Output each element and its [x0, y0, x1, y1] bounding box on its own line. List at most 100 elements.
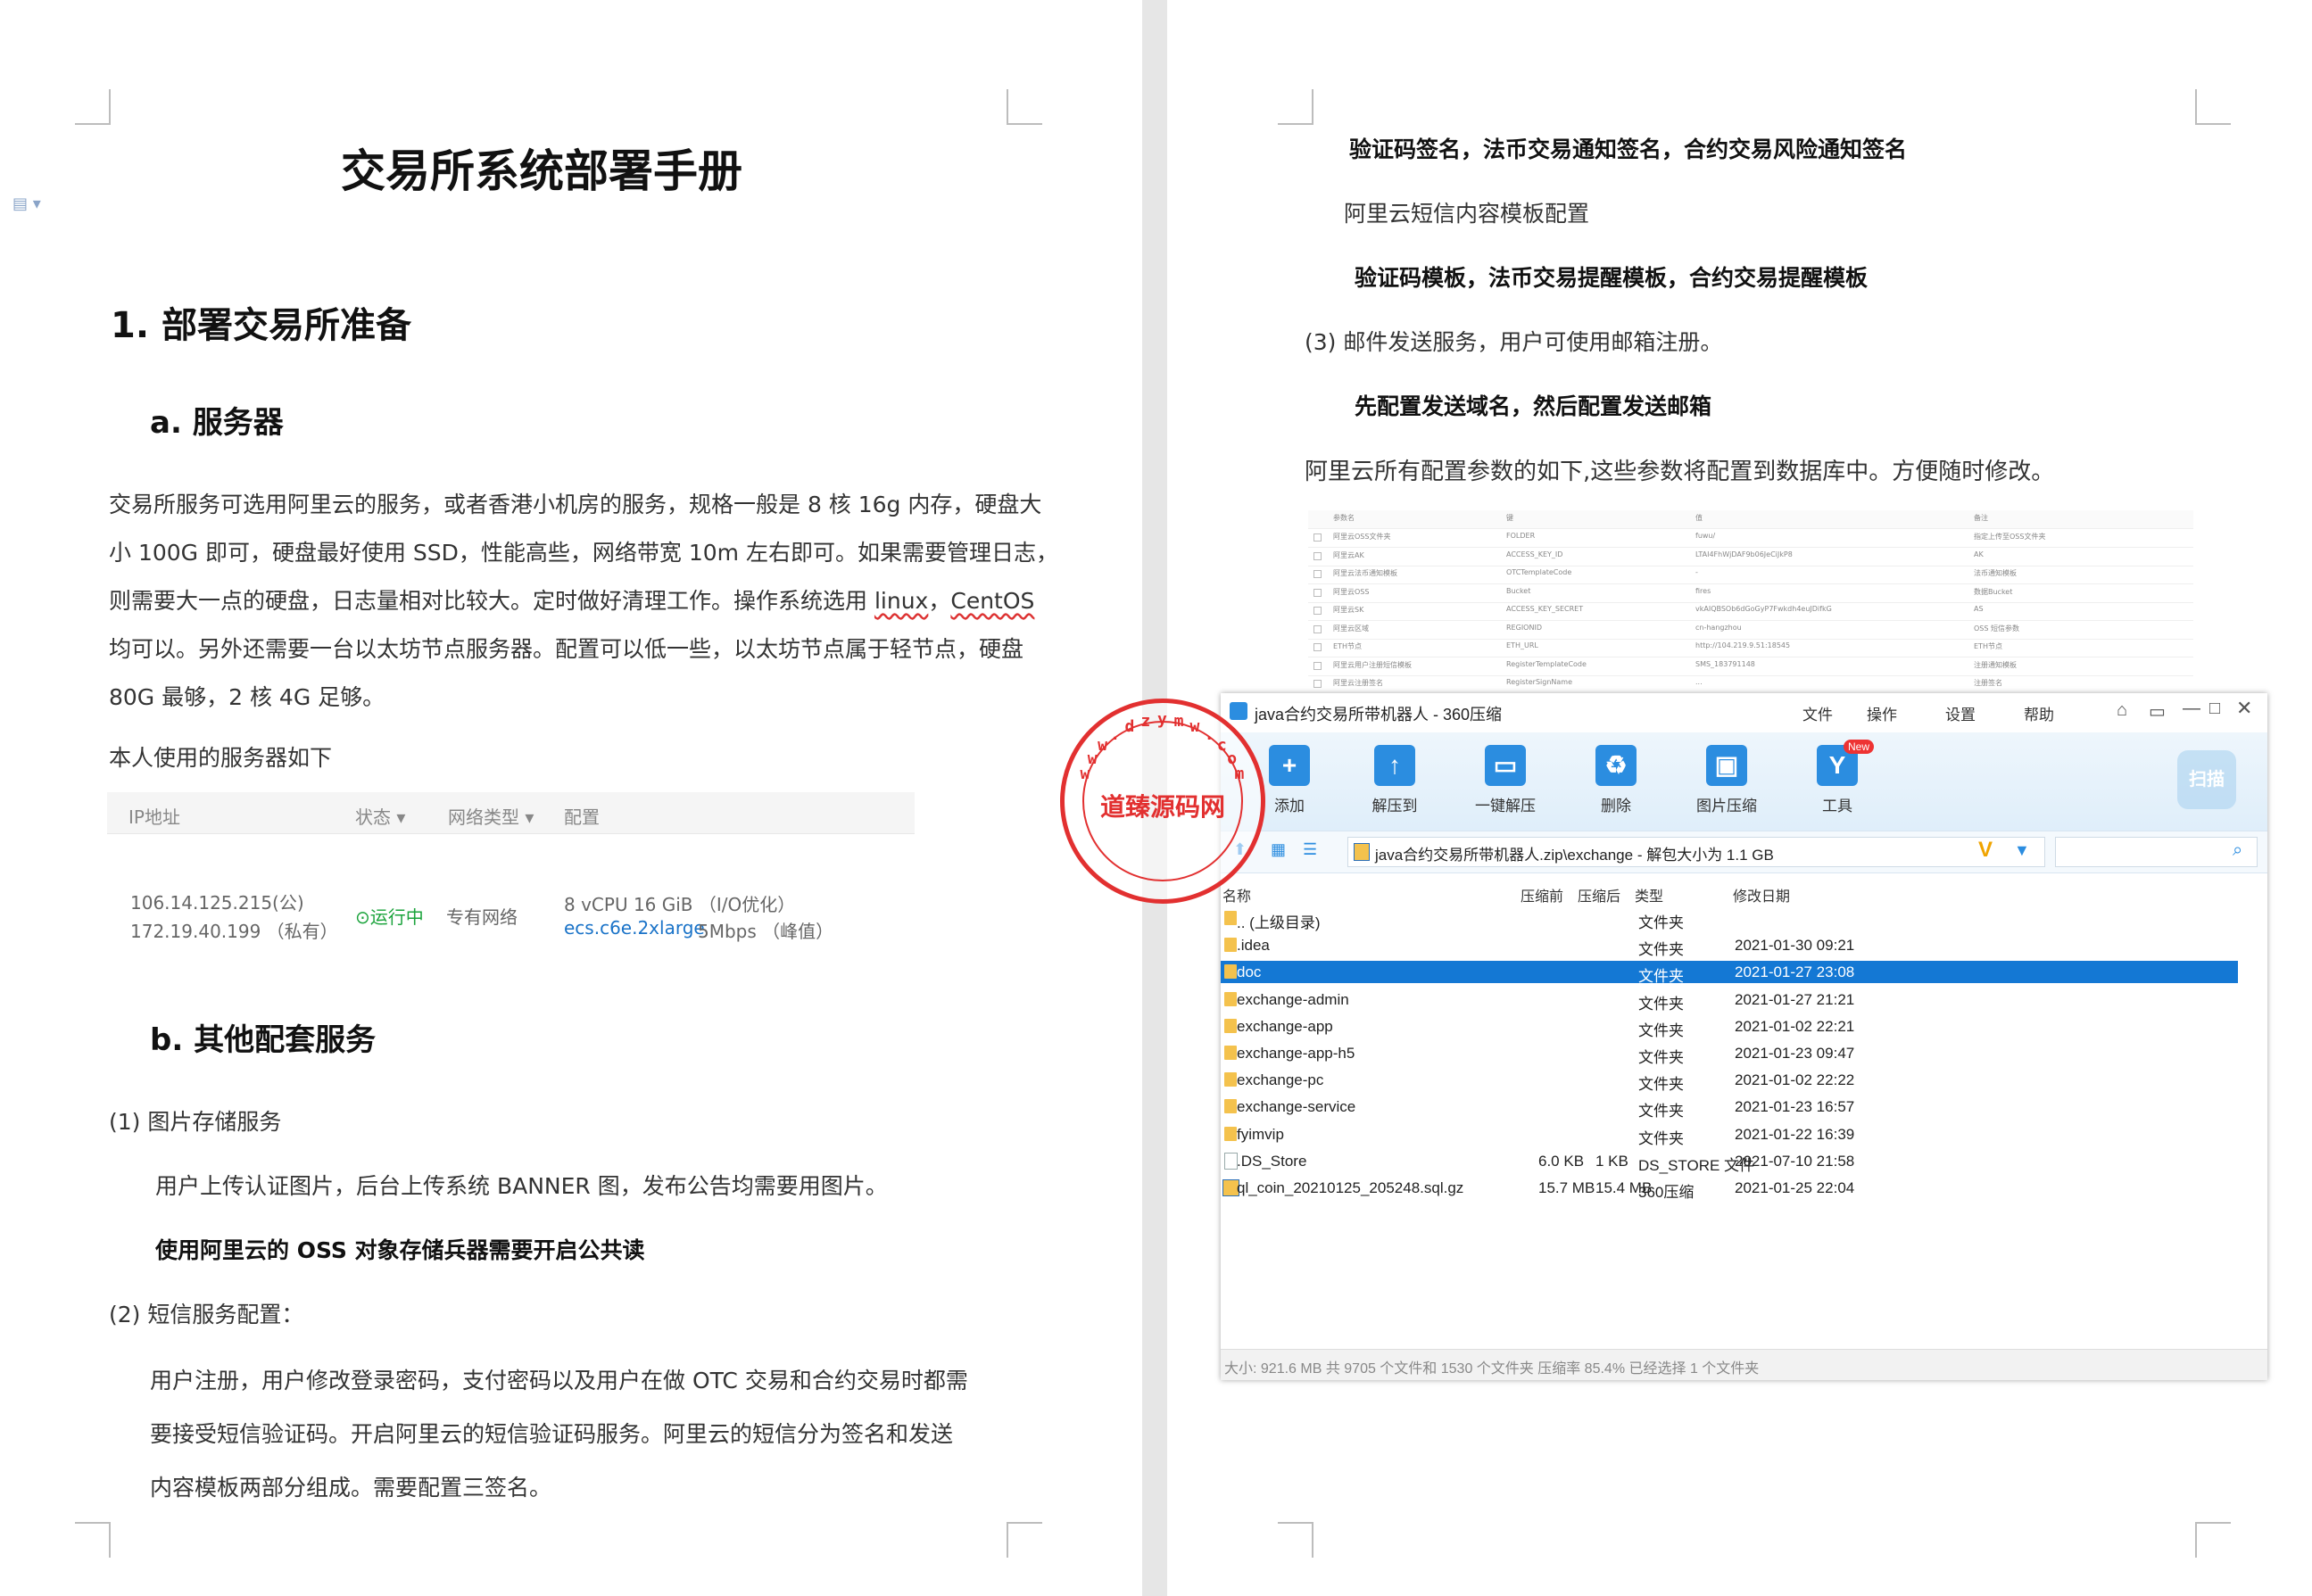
extract-to-button[interactable]: ↑ 解压到	[1346, 740, 1444, 820]
row-checkbox[interactable]	[1313, 643, 1322, 651]
config-cell: FOLDER	[1506, 532, 1536, 540]
section-heading: 1. 部署交易所准备	[111, 305, 411, 346]
file-name: .. (上级目录)	[1237, 914, 1321, 931]
folder-icon	[1224, 938, 1237, 953]
config-cell: ETH节点	[1333, 642, 1362, 650]
v-icon[interactable]: V	[1978, 838, 1993, 863]
paragraph-line: 阿里云短信内容模板配置	[1344, 201, 1590, 227]
tools-button[interactable]: Y 工具 New	[1788, 740, 1886, 820]
view-icon[interactable]: ▦	[1271, 840, 1286, 859]
config-cell: ETH_URL	[1506, 641, 1538, 649]
menu-help[interactable]: 帮助	[2024, 702, 2054, 724]
paragraph-line: 交易所服务可选用阿里云的服务，或者香港小机房的服务，规格一般是 8 核 16g …	[109, 492, 1042, 517]
config-cell: ...	[1695, 678, 1703, 686]
config-cell: ETH节点	[1974, 642, 2002, 650]
config-table-row: 阿里云区域 REGIONID cn-hangzhou OSS 短信参数	[1308, 621, 2193, 640]
file-row[interactable]: ql_coin_20210125_205248.sql.gz 15.7 MB 15.…	[1221, 1177, 2238, 1201]
maximize-icon[interactable]: □	[2209, 699, 2220, 719]
status-text: 大小: 921.6 MB 共 9705 个文件和 1530 个文件夹 压缩率 8…	[1224, 1361, 1760, 1377]
bold-note: 使用阿里云的 OSS 对象存储兵器需要开启公共读	[155, 1237, 645, 1263]
zip-app-window: java合约交易所带机器人 - 360压缩 文件 操作 设置 帮助 ⌂ ▭ — …	[1221, 693, 2267, 1380]
path-field[interactable]: java合约交易所带机器人.zip\exchange - 解包大小为 1.1 G…	[1347, 837, 2045, 867]
file-row[interactable]: .. (上级目录) 文件夹	[1221, 907, 2238, 931]
chevron-down-icon[interactable]: ▼	[2014, 841, 2030, 860]
bandwidth: 5Mbps （峰值）	[698, 921, 834, 942]
file-row[interactable]: doc 文件夹 2021-01-27 23:08	[1221, 961, 2238, 985]
config-cell: 阿里云AK	[1333, 550, 1364, 559]
scan-button[interactable]: 扫描	[2177, 750, 2236, 809]
file-name: fyimvip	[1237, 1125, 1284, 1143]
config-cell: AK	[1974, 550, 1984, 558]
bold-line: 验证码签名，法币交易通知签名，合约交易风险通知签名	[1349, 136, 1908, 162]
column-size-after[interactable]: 压缩后	[1578, 884, 1620, 906]
search-icon[interactable]: ⌕	[2233, 840, 2242, 861]
minimize-icon[interactable]: —	[2183, 699, 2200, 719]
list-item: (2) 短信服务配置：	[109, 1302, 304, 1327]
file-row[interactable]: fyimvip 文件夹 2021-01-22 16:39	[1221, 1123, 2238, 1147]
row-checkbox[interactable]	[1313, 570, 1322, 578]
file-row[interactable]: exchange-admin 文件夹 2021-01-27 21:21	[1221, 988, 2238, 1013]
toolbar: + 添加 ↑ 解压到 ▭ 一键解压 ♻ 删除 ▣ 图片压缩 Y 工具 New 扫…	[1221, 732, 2267, 831]
row-checkbox[interactable]	[1313, 624, 1322, 633]
menu-settings[interactable]: 设置	[1945, 702, 1976, 724]
file-type: 文件夹	[1638, 914, 1684, 931]
column-header: 配置	[564, 806, 600, 828]
file-size-before: 6.0 KB	[1538, 1152, 1585, 1170]
feedback-icon[interactable]: ▭	[2149, 700, 2166, 723]
row-checkbox[interactable]	[1313, 533, 1322, 542]
config-cell: 阿里云法币通知模板	[1333, 569, 1397, 577]
status-badge: ⊙运行中	[355, 906, 424, 928]
subsection-heading: b. 其他配套服务	[150, 1022, 377, 1058]
file-date: 2021-01-02 22:21	[1735, 1017, 1855, 1035]
menu-file[interactable]: 文件	[1802, 702, 1833, 724]
config-cell: fuwu/	[1695, 532, 1716, 540]
row-checkbox[interactable]	[1313, 551, 1322, 560]
config-table-row: 阿里云SK ACCESS_KEY_SECRET vkAIQBSOb6dGoGyP7F…	[1308, 602, 2193, 621]
title-bar[interactable]: java合约交易所带机器人 - 360压缩 文件 操作 设置 帮助 ⌂ ▭ — …	[1221, 693, 2267, 732]
menu-operation[interactable]: 操作	[1867, 702, 1897, 724]
image-compress-button[interactable]: ▣ 图片压缩	[1678, 740, 1776, 820]
file-row[interactable]: exchange-service 文件夹 2021-01-23 16:57	[1221, 1096, 2238, 1121]
column-header[interactable]: 状态 ▾	[355, 803, 405, 829]
folder-icon	[1224, 964, 1237, 980]
config-cell: 数据Bucket	[1974, 587, 2013, 596]
file-row[interactable]: exchange-app-h5 文件夹 2021-01-23 09:47	[1221, 1042, 2238, 1066]
file-icon	[1224, 1152, 1238, 1170]
row-checkbox[interactable]	[1313, 661, 1322, 670]
column-type[interactable]: 类型	[1635, 884, 1663, 906]
file-row[interactable]: exchange-pc 文件夹 2021-01-02 22:22	[1221, 1069, 2238, 1093]
config-cell: fires	[1695, 586, 1711, 595]
instance-type-link[interactable]: ecs.c6e.2xlarge	[564, 917, 705, 939]
config-cell: 阿里云OSS文件夹	[1333, 533, 1391, 541]
page-icon[interactable]: ▤ ▾	[12, 194, 41, 213]
folder-icon	[1224, 1126, 1237, 1141]
status-check-icon: ⊙	[355, 906, 370, 928]
row-checkbox[interactable]	[1313, 680, 1322, 688]
column-header[interactable]: 网络类型 ▾	[448, 803, 534, 829]
paragraph-line: 要接受短信验证码。开启阿里云的短信验证码服务。阿里云的短信分为签名和发送	[150, 1421, 954, 1447]
config-cell: 法币通知模板	[1974, 569, 2017, 577]
stamp-center-text: 道臻源码网	[1099, 792, 1225, 822]
folder-icon	[1224, 1018, 1237, 1033]
file-row[interactable]: .idea 文件夹 2021-01-30 09:21	[1221, 934, 2238, 958]
config-table-row: 阿里云AK ACCESS_KEY_ID LTAI4FhWjDAF9b06JeCiJk…	[1308, 548, 2193, 566]
column-size-before[interactable]: 压缩前	[1521, 884, 1563, 906]
file-date: 2021-01-30 09:21	[1735, 937, 1855, 955]
row-checkbox[interactable]	[1313, 588, 1322, 597]
column-date[interactable]: 修改日期	[1733, 884, 1790, 906]
search-input[interactable]: ⌕	[2055, 837, 2258, 867]
delete-button[interactable]: ♻ 删除	[1567, 740, 1665, 820]
paragraph-line: 用户上传认证图片，后台上传系统 BANNER 图，发布公告均需要用图片。	[155, 1173, 888, 1199]
shirt-icon[interactable]: ⌂	[2117, 700, 2127, 721]
stamp-ring-char: .	[1204, 724, 1214, 744]
list-view-icon[interactable]: ☰	[1303, 840, 1317, 859]
file-date: 2021-01-27 21:21	[1735, 990, 1855, 1008]
one-click-extract-button[interactable]: ▭ 一键解压	[1456, 740, 1554, 820]
file-type: 文件夹	[1638, 1103, 1684, 1121]
file-row[interactable]: exchange-app 文件夹 2021-01-02 22:21	[1221, 1015, 2238, 1039]
file-row[interactable]: .DS_Store 6.0 KB 1 KB DS_STORE 文件 2021-07-10…	[1221, 1150, 2238, 1174]
row-checkbox[interactable]	[1313, 607, 1322, 615]
file-name: ql_coin_20210125_205248.sql.gz	[1237, 1179, 1464, 1196]
column-name[interactable]: 名称	[1222, 884, 1251, 906]
close-icon[interactable]: ✕	[2236, 697, 2252, 720]
